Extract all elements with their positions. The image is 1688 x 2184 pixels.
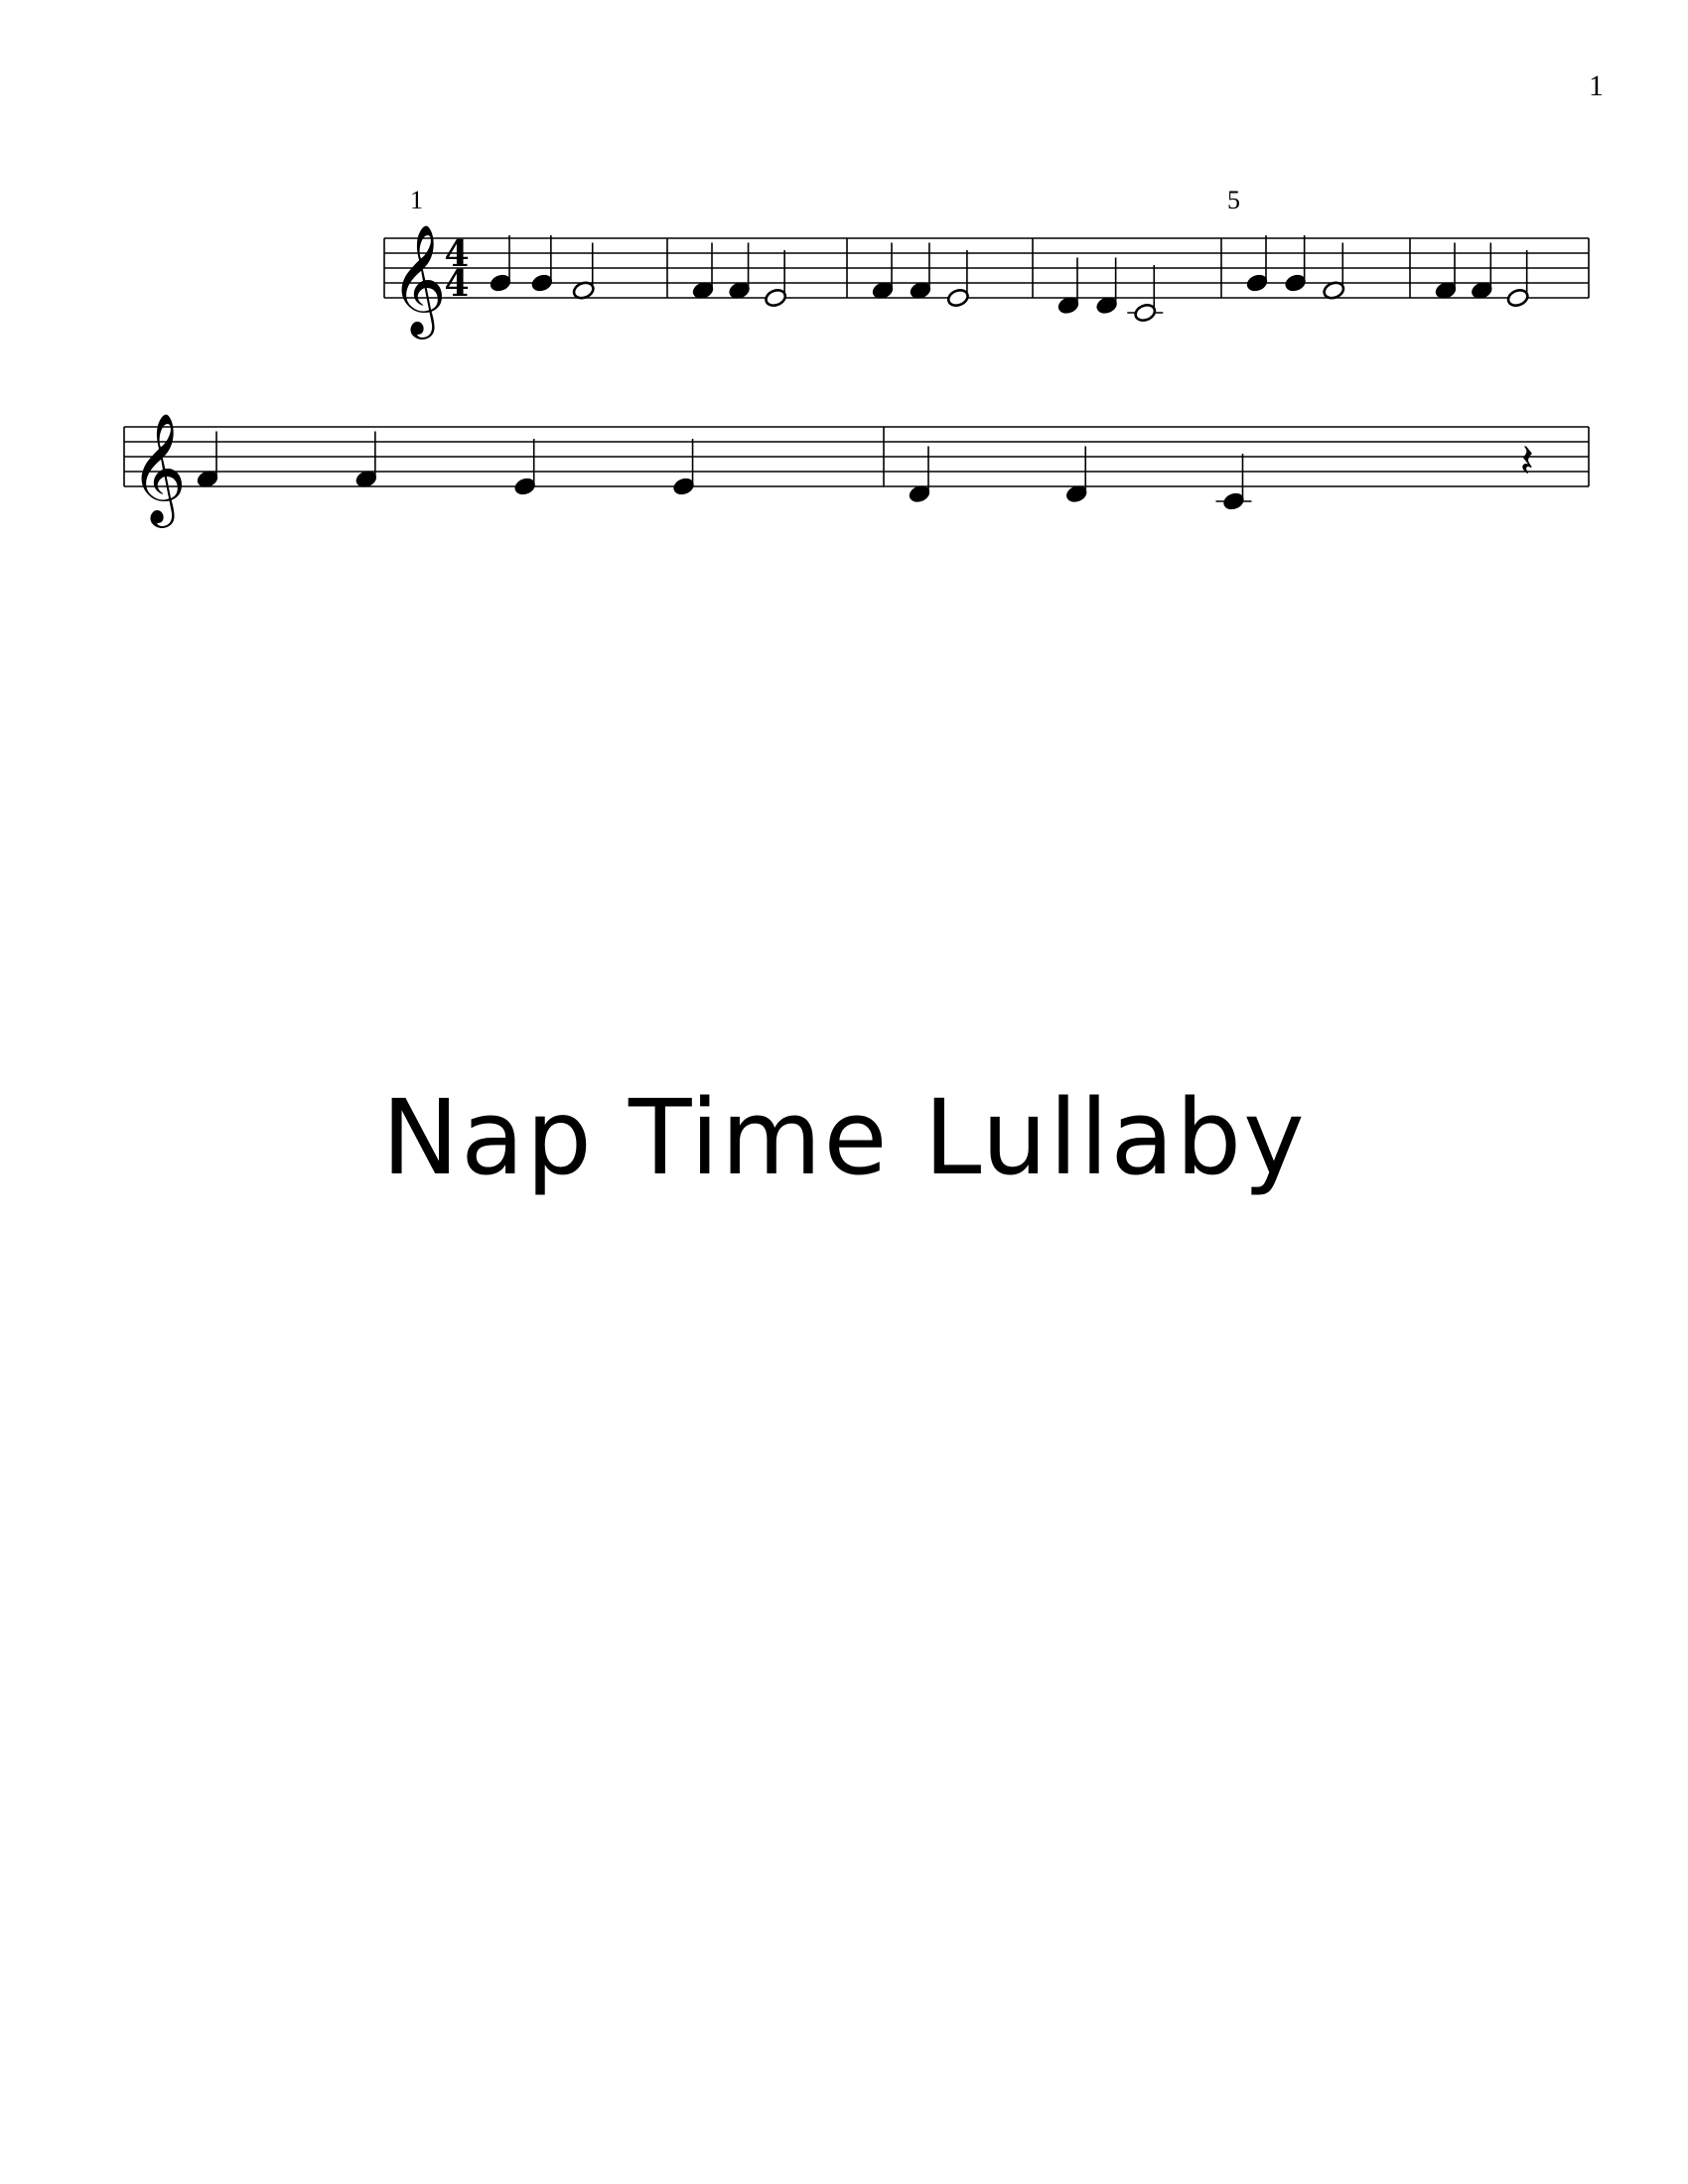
note (909, 446, 930, 502)
note (872, 242, 894, 299)
time-signature-denominator: 4 (444, 263, 469, 305)
note (1435, 242, 1457, 299)
note (765, 250, 787, 307)
note (1215, 454, 1252, 510)
note (1066, 446, 1087, 502)
sheet-music-score: 𝄞441 5𝄞 𝄽 (123, 186, 1590, 528)
note (1246, 235, 1268, 292)
staff-system: 𝄞441 5 (383, 186, 1590, 340)
note (1506, 250, 1529, 307)
note (1057, 257, 1079, 314)
note (1096, 257, 1117, 314)
note (1285, 235, 1306, 292)
note (1323, 242, 1345, 300)
treble-clef-icon: 𝄞 (130, 412, 187, 528)
staff-system: 𝄞 𝄽 (123, 412, 1590, 528)
note (1472, 242, 1492, 299)
note (531, 235, 553, 292)
note (490, 235, 511, 292)
quarter-rest-icon: 𝄽 (1520, 434, 1534, 487)
measure-number: 1 (410, 186, 423, 214)
note (910, 242, 931, 299)
song-title: Nap Time Lullaby (381, 1077, 1307, 1198)
note (1127, 265, 1164, 322)
note (673, 439, 694, 495)
treble-clef-icon: 𝄞 (390, 223, 447, 340)
note (197, 431, 218, 487)
note (355, 431, 377, 487)
note (946, 250, 969, 307)
note (514, 439, 535, 495)
note (729, 242, 750, 299)
measure-number: 5 (1227, 186, 1240, 214)
note (692, 242, 714, 299)
note (572, 242, 595, 300)
